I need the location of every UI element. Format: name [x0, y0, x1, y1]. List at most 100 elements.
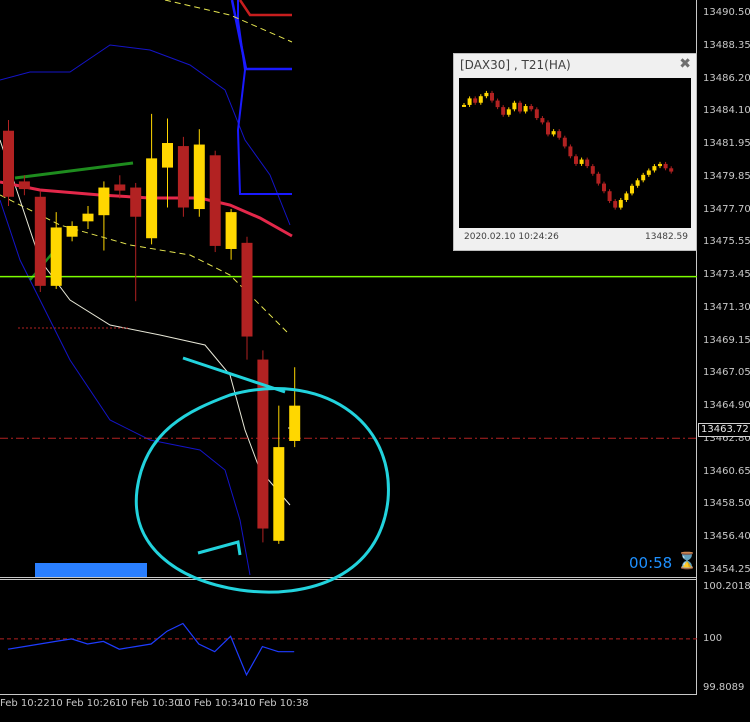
price-tick-label: 13477.70: [703, 203, 750, 215]
price-tick-label: 13460.65: [703, 465, 750, 477]
mini-chart-window[interactable]: [DAX30] , T21(HA) ✖ 2020.02.10 10:24:26 …: [453, 53, 697, 251]
mini-candle: [478, 94, 483, 105]
price-tick-label: 13481.95: [703, 138, 750, 149]
mini-candle: [506, 107, 511, 117]
mini-candle: [590, 164, 595, 176]
price-tick-label: 13458.50: [703, 498, 750, 510]
candle: [273, 405, 285, 544]
mini-candle: [540, 116, 545, 125]
mini-chart-date: 2020.02.10 10:24:26: [464, 232, 559, 242]
candle: [162, 118, 173, 208]
volume-highlight-bar: [35, 563, 147, 577]
green-trend-line: [14, 161, 134, 180]
price-tick-label: 13467.05: [703, 367, 750, 379]
mini-candle: [546, 120, 550, 137]
time-tick-label: 10 Feb 10:30: [115, 698, 181, 709]
close-icon[interactable]: ✖: [679, 56, 691, 72]
mini-candle: [523, 104, 528, 114]
mini-candle: [663, 161, 668, 171]
mini-candle: [635, 178, 640, 188]
candle-body: [289, 405, 301, 441]
price-tick-label: 13490.50: [703, 7, 750, 18]
time-tick-label: 10 Feb 10:34: [178, 698, 244, 709]
mini-candle: [669, 166, 674, 174]
mini-candle: [467, 96, 472, 107]
mini-candle: [602, 181, 606, 194]
mini-candle: [596, 171, 601, 186]
price-tick-label: 13484.10: [703, 105, 750, 117]
mini-candle: [568, 144, 573, 159]
mini-candle: [473, 96, 478, 105]
candle: [257, 350, 269, 543]
price-tick-label: 13464.90: [703, 400, 750, 411]
annotations: [35, 356, 390, 594]
indicator-tick-label: 99.8089: [703, 682, 745, 693]
candle-body: [3, 130, 14, 197]
mini-candle: [579, 157, 584, 166]
candle: [34, 190, 46, 292]
candle-body: [50, 227, 62, 286]
candle: [177, 136, 189, 217]
mini-candle: [613, 199, 618, 210]
channel-red: [238, 0, 292, 17]
candle: [241, 236, 253, 360]
price-tick-label: 13454.25: [703, 563, 750, 575]
price-tick-label: 13469.15: [703, 334, 750, 346]
mini-candle: [562, 135, 567, 149]
mini-candle: [641, 172, 646, 183]
dashed-ma-top: [164, 0, 293, 43]
candle-body: [146, 158, 158, 239]
bar-timer: 00:58: [629, 554, 673, 572]
mini-chart-canvas: [459, 78, 691, 228]
current-price-label: 13463.72: [698, 423, 750, 437]
price-tick-label: 13456.40: [703, 531, 750, 542]
mini-candle: [658, 161, 662, 169]
price-tick-label: 13486.20: [703, 72, 750, 84]
candle-body: [130, 187, 142, 217]
price-tick-label: 13475.55: [703, 236, 750, 248]
mini-candle: [646, 168, 651, 177]
horizontal-lines: [0, 275, 697, 439]
mini-candle: [618, 197, 623, 210]
candle: [82, 205, 94, 230]
time-tick-label: 10 Feb 10:26: [50, 698, 116, 709]
mini-candle: [585, 157, 590, 169]
mini-candle: [652, 164, 657, 173]
mini-candle: [529, 104, 534, 112]
time-tick-label: 10 Feb 10:38: [243, 698, 309, 709]
channel-mid: [236, 0, 292, 195]
mini-candle: [551, 129, 556, 137]
candle: [98, 181, 110, 251]
price-tick-label: 13471.30: [703, 301, 750, 313]
mini-chart-price: 13482.59: [645, 232, 688, 242]
candle-body: [66, 225, 78, 237]
candle-body: [209, 155, 221, 246]
mini-candle: [462, 102, 466, 107]
indicator-tick-label: 100: [703, 633, 723, 644]
candle: [66, 221, 78, 242]
mini-candle: [630, 183, 634, 196]
indicator-tick-label: 100.2018: [703, 581, 750, 592]
mini-candle: [512, 100, 517, 112]
candle-body: [34, 196, 46, 286]
annotation-arrow: [197, 540, 242, 556]
time-tick-label: Feb 10:22: [0, 698, 50, 709]
candle-body: [193, 144, 205, 210]
candle-body: [82, 213, 94, 222]
candle: [50, 212, 62, 289]
candles-group: [3, 113, 301, 544]
hourglass-icon: ⌛: [677, 551, 697, 570]
price-tick-label: 13488.35: [703, 39, 750, 51]
mini-candle: [490, 90, 494, 103]
annotation-stroke: [182, 356, 286, 394]
candle-body: [241, 242, 253, 337]
mini-candle: [624, 191, 629, 202]
mini-candle: [557, 129, 562, 140]
candle: [289, 367, 301, 448]
chart-window[interactable]: 13490.50 13488.35 13486.20 13484.10 13481.95…: [0, 0, 750, 722]
candle: [193, 129, 205, 217]
candle: [225, 209, 237, 260]
price-tick-label: 13473.45: [703, 269, 750, 280]
indicator-line: [7, 622, 295, 677]
mini-candle: [495, 98, 500, 110]
